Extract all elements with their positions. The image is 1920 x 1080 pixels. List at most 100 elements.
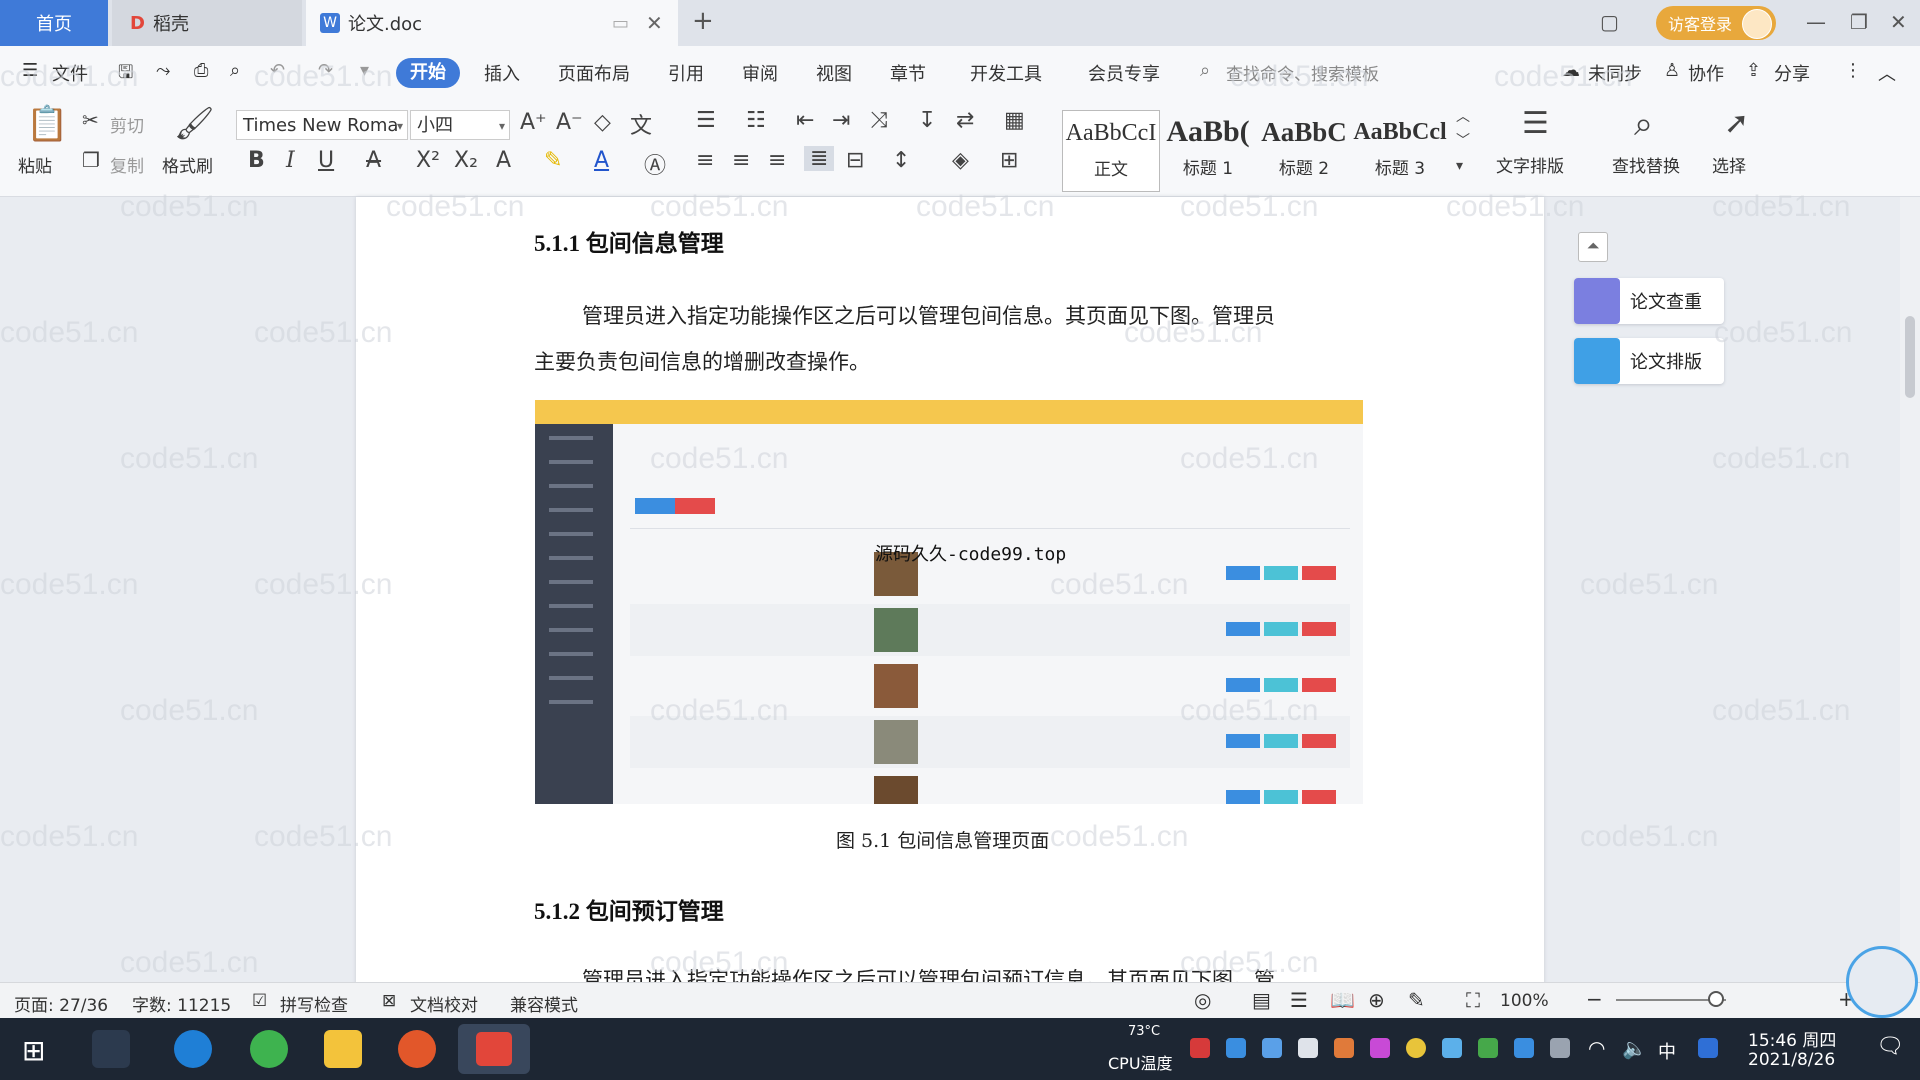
italic-icon[interactable]: I [286,148,295,173]
customize-icon[interactable]: ▾ [360,60,369,81]
styles-more-icon[interactable]: ▾ [1456,158,1463,174]
battery-icon[interactable] [1550,1038,1570,1058]
redo-icon[interactable]: ↷ [318,60,333,81]
pinwheel-app-icon[interactable] [92,1030,130,1068]
file-explorer-icon[interactable] [324,1030,362,1068]
shield-icon[interactable] [1262,1038,1282,1058]
print-icon[interactable]: ⎙ [194,60,208,81]
game-app-icon[interactable] [398,1030,436,1068]
find-replace-button[interactable]: 查找替换 [1612,152,1680,177]
menu-view[interactable]: 视图 [816,60,852,86]
select-button[interactable]: 选择 [1712,152,1746,177]
styles-scroll-up-icon[interactable]: ︿ [1456,106,1470,126]
style-heading-2[interactable]: AaBbC 标题 2 [1256,110,1352,190]
distribute-icon[interactable]: ⊟ [846,148,864,173]
text-effect-icon[interactable]: A [496,148,511,173]
phonetic-icon[interactable]: 文 [630,108,652,140]
justify-icon[interactable]: ≣ [804,146,835,171]
scrollbar-thumb[interactable] [1905,316,1915,398]
menu-page-layout[interactable]: 页面布局 [558,60,630,86]
hamburger-icon[interactable]: ☰ [22,60,38,81]
align-center-icon[interactable]: ≡ [732,148,750,173]
highlight-icon[interactable]: ✎ [544,148,562,173]
bell-icon[interactable] [1298,1038,1318,1058]
wps-app-active[interactable] [458,1024,530,1074]
bullet-list-icon[interactable]: ☰ [696,108,716,133]
spell-check-button[interactable]: 拼写检查 [280,991,348,1016]
format-painter-button[interactable]: 格式刷 [162,152,213,177]
char-border-icon[interactable]: Ⓐ [644,148,666,180]
clear-format-icon[interactable]: ◇ [594,110,611,135]
line-spacing-icon[interactable]: ↕ [892,148,910,173]
menu-references[interactable]: 引用 [668,60,704,86]
fit-page-icon[interactable]: ⛶ [1466,988,1480,1012]
plagiarism-check-button[interactable]: 论文查重 [1574,278,1724,324]
style-heading-1[interactable]: AaBb( 标题 1 [1160,110,1256,190]
qq-icon[interactable] [1698,1038,1718,1058]
sync-status[interactable]: 未同步 [1588,60,1642,86]
tab-daoke[interactable]: D 稻壳 [112,0,302,46]
page-view-icon[interactable]: ▤ [1252,988,1271,1012]
tray-app-icon[interactable] [1226,1038,1246,1058]
font-color-icon[interactable]: A [594,148,609,173]
tab-close-icon[interactable]: ✕ [646,11,663,35]
tray-app-icon[interactable] [1334,1038,1354,1058]
ime-indicator[interactable]: 中 [1658,1038,1676,1064]
superscript-icon[interactable]: X² [416,148,440,173]
page-indicator[interactable]: 页面: 27/36 [14,991,108,1016]
menu-chapter[interactable]: 章节 [890,60,926,86]
collapse-ribbon-icon[interactable]: ︿ [1878,60,1896,86]
ie-browser-icon[interactable] [174,1030,212,1068]
more-icon[interactable]: ⋮ [1844,60,1862,81]
assistant-avatar[interactable] [1846,946,1918,1018]
zoom-out-icon[interactable]: − [1586,987,1603,1011]
sort-icon[interactable]: ↧ [918,108,936,133]
numbered-list-icon[interactable]: ☷ [746,108,766,133]
menu-file[interactable]: 文件 [52,60,88,86]
restore-icon[interactable]: ❐ [1850,10,1868,34]
underline-icon[interactable]: U [318,148,334,173]
clock-date[interactable]: 2021/8/26 [1748,1050,1835,1070]
login-button[interactable]: 访客登录 [1656,6,1776,40]
menu-insert[interactable]: 插入 [484,60,520,86]
new-tab-button[interactable]: + [692,6,714,36]
tray-app-icon[interactable] [1442,1038,1462,1058]
menu-start[interactable]: 开始 [396,58,460,88]
tab-document[interactable]: W 论文.doc ▭ ✕ [306,0,678,46]
align-right-icon[interactable]: ≡ [768,148,786,173]
paste-button[interactable]: 粘贴 [18,152,52,177]
minimize-icon[interactable]: — [1806,10,1826,34]
save-icon[interactable]: 🖫 [118,60,133,90]
bluetooth-icon[interactable] [1514,1038,1534,1058]
tab-pin-icon[interactable]: ▭ [612,13,629,34]
shading-icon[interactable]: ◈ [952,148,969,173]
text-layout-button[interactable]: 文字排版 [1496,152,1564,177]
web-view-icon[interactable]: ⊕ [1368,988,1385,1012]
word-count[interactable]: 字数: 11215 [132,991,231,1016]
menu-review[interactable]: 审阅 [742,60,778,86]
show-marks-icon[interactable]: ⇄ [956,108,974,133]
menu-member[interactable]: 会员专享 [1088,60,1160,86]
volume-icon[interactable]: 🔈 [1622,1036,1647,1060]
tab-home[interactable]: 首页 [0,0,108,46]
text-direction-icon[interactable]: ⤨ [870,108,888,133]
outline-view-icon[interactable]: ☰ [1290,988,1308,1012]
format-painter-icon[interactable]: 🖌 [174,104,215,142]
close-window-icon[interactable]: ✕ [1890,10,1907,34]
tray-app-icon[interactable] [1190,1038,1210,1058]
scroll-top-icon[interactable]: ⏶ [1578,232,1608,262]
output-icon[interactable]: ⤳ [156,60,170,81]
subscript-icon[interactable]: X₂ [454,148,478,173]
strikethrough-icon[interactable]: A [366,148,381,173]
align-left-icon[interactable]: ≡ [696,148,714,173]
browser-360-icon[interactable] [250,1030,288,1068]
shrink-font-icon[interactable]: A⁻ [556,110,583,135]
wifi-icon[interactable]: ◠ [1588,1036,1605,1060]
proofread-button[interactable]: 文档校对 [410,991,478,1016]
eye-protect-icon[interactable]: ◎ [1194,988,1211,1012]
undo-icon[interactable]: ↶ [270,60,285,81]
font-name-select[interactable]: Times New Roma ▾ [236,110,408,140]
font-size-select[interactable]: 小四 ▾ [410,110,510,140]
copy-button[interactable]: 复制 [110,152,144,177]
window-layout-icon[interactable]: ▢ [1600,10,1619,34]
